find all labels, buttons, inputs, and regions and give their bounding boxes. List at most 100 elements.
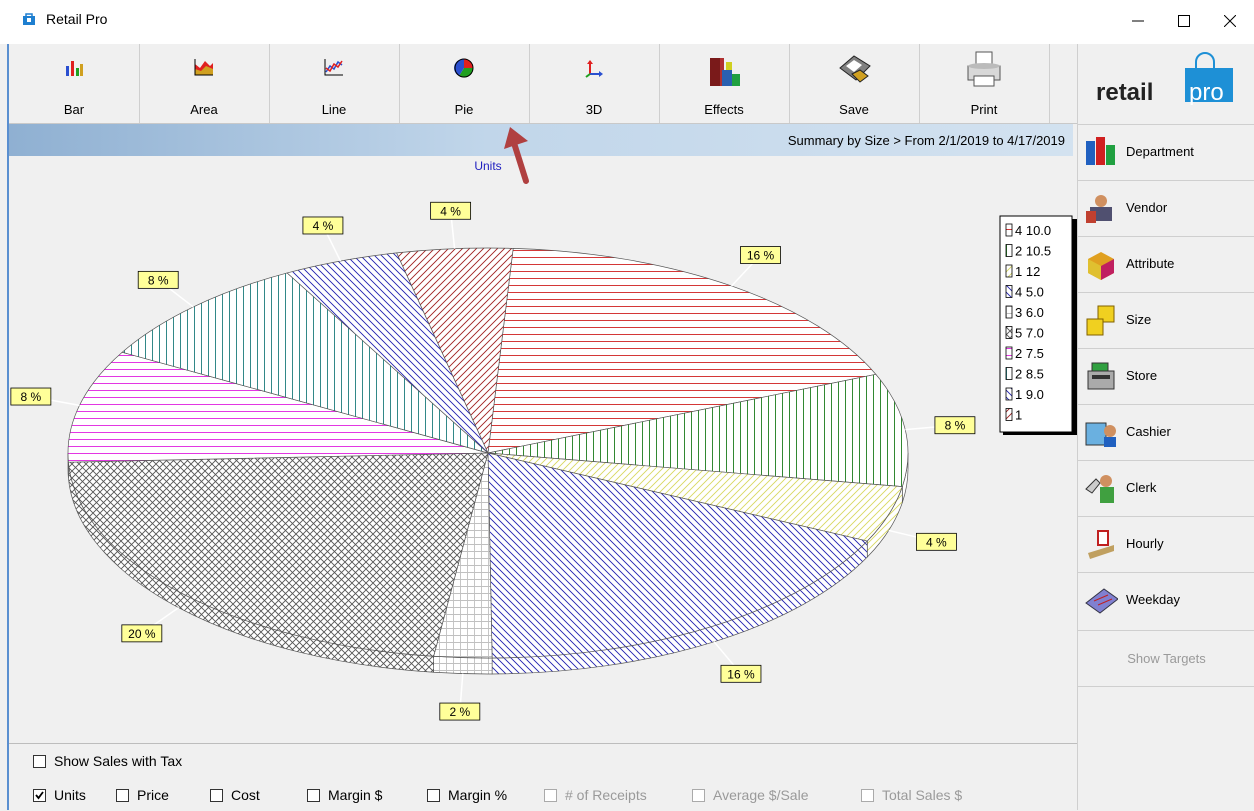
checkbox-box[interactable] [427, 789, 440, 802]
slice-label: 8 % [21, 390, 42, 404]
sidebar-item-department[interactable]: Department [1078, 124, 1254, 180]
show-sales-with-tax-checkbox[interactable]: Show Sales with Tax [33, 753, 182, 769]
sidebar-item-weekday[interactable]: Weekday [1078, 572, 1254, 628]
vendor-icon [1084, 191, 1118, 225]
show-sales-with-tax-label: Show Sales with Tax [54, 753, 182, 769]
sidebar-item-label: Weekday [1126, 592, 1180, 607]
app-title: Retail Pro [46, 11, 107, 27]
legend-swatch [1006, 409, 1012, 421]
app-icon [22, 12, 36, 26]
option-checkbox-3[interactable]: Cost [210, 787, 260, 803]
checkbox-box[interactable] [307, 789, 320, 802]
chart-area: 16 %8 %4 %16 %2 %20 %8 %8 %4 %4 % Units … [9, 156, 1077, 741]
close-button[interactable] [1207, 4, 1253, 38]
show-targets-button[interactable]: Show Targets [1078, 630, 1254, 687]
print-button[interactable]: Print [919, 44, 1050, 123]
options-panel: Show Sales with Tax Units Price Cost Margin… [9, 743, 1077, 811]
sidebar-item-store[interactable]: Store [1078, 348, 1254, 404]
sidebar-item-label: Department [1126, 144, 1194, 159]
slice-label: 4 % [313, 219, 334, 233]
attribute-box-icon [1084, 247, 1118, 281]
legend-entry: 3 6.0 [1015, 305, 1044, 320]
area-label: Area [139, 102, 269, 117]
option-label: # of Receipts [565, 787, 647, 803]
checkmark-icon [34, 790, 45, 801]
slice-label: 4 % [440, 204, 461, 218]
legend-swatch [1006, 224, 1012, 236]
option-checkbox-2[interactable]: Price [116, 787, 169, 803]
slice-label: 4 % [926, 535, 947, 549]
legend-swatch [1006, 286, 1012, 298]
save-label: Save [789, 102, 919, 117]
legend-swatch [1006, 388, 1012, 400]
checkbox-box[interactable] [33, 789, 46, 802]
legend-entry: 4 5.0 [1015, 285, 1044, 300]
checkbox-box [692, 789, 705, 802]
option-label: Units [54, 787, 86, 803]
effects-icon [706, 52, 742, 90]
print-label: Print [919, 102, 1049, 117]
legend-entry: 1 [1015, 408, 1022, 423]
legend-swatch [1006, 245, 1012, 257]
option-checkbox-7: Average $/Sale [692, 787, 808, 803]
option-checkbox-8: Total Sales $ [861, 787, 962, 803]
chart-toolbar: Bar Area Line Pie 3D Effects Save [9, 44, 1077, 124]
option-label: Margin % [448, 787, 507, 803]
sidebar-item-label: Hourly [1126, 536, 1164, 551]
minimize-button[interactable] [1115, 4, 1161, 38]
save-button[interactable]: Save [789, 44, 920, 123]
maximize-icon [1178, 15, 1190, 27]
slice-label: 8 % [945, 419, 966, 433]
pie-slice-side [434, 656, 492, 674]
legend-entry: 1 9.0 [1015, 387, 1044, 402]
maximize-button[interactable] [1161, 4, 1207, 38]
slice-label: 20 % [128, 627, 156, 641]
3d-button[interactable]: 3D [529, 44, 660, 123]
option-checkbox-4[interactable]: Margin $ [307, 787, 382, 803]
cashier-icon [1084, 415, 1118, 449]
checkbox-box[interactable] [33, 755, 46, 768]
sidebar-item-label: Cashier [1126, 424, 1171, 439]
chart-title: Units [474, 159, 501, 173]
sidebar-item-clerk[interactable]: Clerk [1078, 460, 1254, 516]
logo-retail-text: retail [1096, 79, 1153, 106]
printer-icon [964, 50, 1004, 88]
legend-swatch [1006, 327, 1012, 339]
sidebar-item-cashier[interactable]: Cashier [1078, 404, 1254, 460]
option-checkbox-1[interactable]: Units [33, 787, 86, 803]
legend-swatch [1006, 306, 1012, 318]
checkbox-box[interactable] [116, 789, 129, 802]
sidebar-item-size[interactable]: Size [1078, 292, 1254, 348]
minimize-icon [1132, 15, 1144, 27]
legend-entry: 5 7.0 [1015, 326, 1044, 341]
legend-entry: 2 7.5 [1015, 346, 1044, 361]
checkbox-box [861, 789, 874, 802]
close-icon [1224, 15, 1236, 27]
checkbox-box[interactable] [210, 789, 223, 802]
area-chart-icon [194, 58, 214, 76]
pie-chart: 16 %8 %4 %16 %2 %20 %8 %8 %4 %4 % Units … [9, 156, 1077, 741]
sidebar-item-vendor[interactable]: Vendor [1078, 180, 1254, 236]
bar-chart-icon [64, 58, 84, 76]
legend-entry: 1 12 [1015, 264, 1040, 279]
retailpro-logo: retail pro [1078, 44, 1254, 124]
option-checkbox-5[interactable]: Margin % [427, 787, 507, 803]
slice-label: 16 % [747, 249, 775, 263]
sidebar-item-hourly[interactable]: Hourly [1078, 516, 1254, 572]
pie-button[interactable]: Pie [399, 44, 530, 123]
legend-swatch [1006, 368, 1012, 380]
bar-label: Bar [9, 102, 139, 117]
legend-swatch [1006, 347, 1012, 359]
option-label: Margin $ [328, 787, 382, 803]
sidebar-item-label: Vendor [1126, 200, 1167, 215]
sidebar-item-attribute[interactable]: Attribute [1078, 236, 1254, 292]
area-button[interactable]: Area [139, 44, 270, 123]
bar-button[interactable]: Bar [9, 44, 140, 123]
checkbox-box [544, 789, 557, 802]
effects-button[interactable]: Effects [659, 44, 790, 123]
3d-axes-icon [584, 58, 604, 78]
option-checkbox-6: # of Receipts [544, 787, 647, 803]
line-button[interactable]: Line [269, 44, 400, 123]
slice-label: 2 % [449, 705, 470, 719]
logo-pro-text: pro [1189, 79, 1224, 106]
